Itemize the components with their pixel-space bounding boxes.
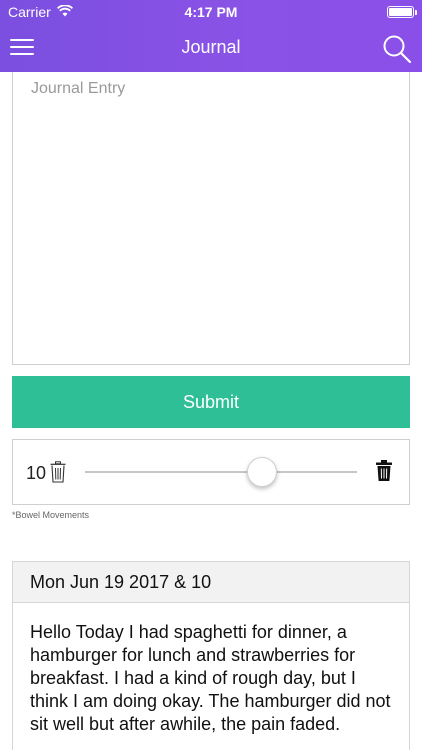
trash-outline-icon[interactable] [50, 461, 66, 488]
bowel-movement-slider[interactable] [85, 457, 357, 487]
nav-bar: Journal [0, 24, 422, 72]
journal-entry-container [12, 72, 410, 365]
app-header: Carrier 4:17 PM Journal [0, 0, 422, 72]
bowel-movement-slider-card: 10 [12, 439, 410, 505]
page-title: Journal [181, 37, 241, 57]
slider-thumb[interactable] [246, 457, 277, 487]
status-time: 4:17 PM [184, 4, 238, 20]
trash-filled-icon[interactable] [376, 460, 392, 486]
battery-icon [387, 6, 417, 18]
entry-body-text: Hello Today I had spaghetti for dinner, … [30, 622, 391, 734]
journal-entry-input[interactable] [13, 72, 409, 364]
status-bar: Carrier 4:17 PM [0, 0, 422, 24]
journal-entry-card[interactable]: Mon Jun 19 2017 & 10 Hello Today I had s… [12, 561, 410, 750]
submit-button[interactable]: Submit [12, 376, 410, 428]
slider-caption: *Bowel Movements [12, 510, 90, 520]
slider-value: 10 [26, 463, 47, 483]
entry-date-header: Mon Jun 19 2017 & 10 [13, 562, 409, 603]
search-icon[interactable] [382, 34, 412, 64]
